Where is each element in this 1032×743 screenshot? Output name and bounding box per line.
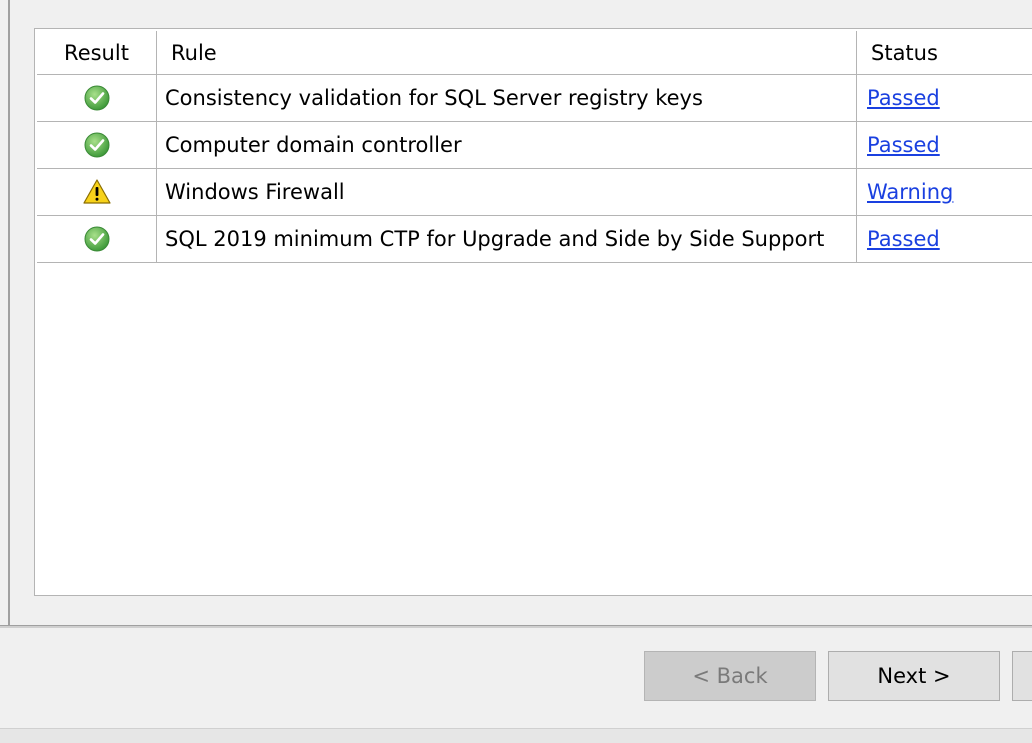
left-panel-border — [8, 0, 10, 628]
next-button[interactable]: Next > — [828, 651, 1000, 701]
column-header-result[interactable]: Result — [37, 31, 157, 74]
table-row[interactable]: Windows Firewall Warning — [37, 169, 1032, 216]
warning-icon — [82, 179, 111, 204]
check-icon — [84, 226, 109, 252]
rules-grid: Result Rule Status Consistency validatio… — [34, 28, 1032, 596]
status-link[interactable]: Passed — [867, 86, 940, 110]
rule-cell: Windows Firewall — [157, 169, 857, 215]
status-cell: Passed — [858, 216, 1032, 262]
status-cell: Passed — [858, 122, 1032, 168]
cancel-button[interactable] — [1012, 651, 1032, 701]
column-header-rule[interactable]: Rule — [157, 31, 857, 74]
result-cell — [37, 122, 157, 168]
column-header-status[interactable]: Status — [858, 31, 1032, 74]
window-bottom-edge — [0, 728, 1032, 743]
rule-cell: Consistency validation for SQL Server re… — [157, 75, 857, 121]
rule-cell: Computer domain controller — [157, 122, 857, 168]
rule-cell: SQL 2019 minimum CTP for Upgrade and Sid… — [157, 216, 857, 262]
status-link[interactable]: Warning — [867, 180, 953, 204]
footer-divider — [0, 625, 1032, 628]
status-link[interactable]: Passed — [867, 227, 940, 251]
check-icon — [84, 85, 109, 111]
status-cell: Passed — [858, 75, 1032, 121]
back-button[interactable]: < Back — [644, 651, 816, 701]
table-row[interactable]: SQL 2019 minimum CTP for Upgrade and Sid… — [37, 216, 1032, 263]
status-cell: Warning — [858, 169, 1032, 215]
check-icon — [84, 132, 109, 158]
result-cell — [37, 216, 157, 262]
result-cell — [37, 75, 157, 121]
result-cell — [37, 169, 157, 215]
table-row[interactable]: Consistency validation for SQL Server re… — [37, 75, 1032, 122]
grid-header: Result Rule Status — [37, 31, 1032, 75]
status-link[interactable]: Passed — [867, 133, 940, 157]
table-row[interactable]: Computer domain controller Passed — [37, 122, 1032, 169]
